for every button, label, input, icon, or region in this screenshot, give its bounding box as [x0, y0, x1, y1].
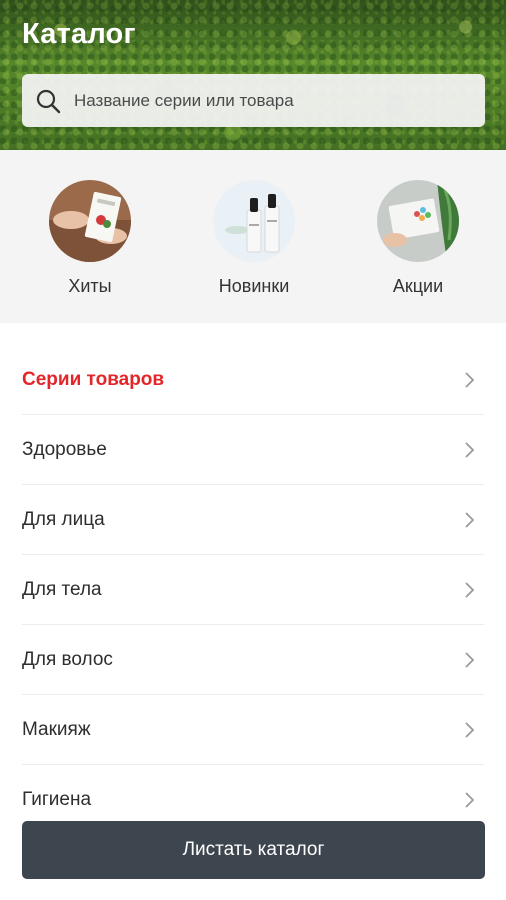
category-label: Акции [392, 276, 444, 296]
chevron-right-icon [462, 511, 476, 528]
menu-item-health[interactable]: Здоровье [22, 415, 484, 485]
category-new[interactable]: Новинки [184, 180, 324, 297]
menu-item-label: Для лица [22, 508, 105, 530]
category-hits[interactable]: Хиты [20, 180, 160, 297]
browse-catalog-button[interactable]: Листать каталог [22, 821, 485, 879]
menu-item-label: Для волос [22, 648, 113, 670]
search-icon [34, 87, 62, 115]
hits-thumbnail [49, 180, 131, 262]
chevron-right-icon [462, 721, 476, 738]
menu-item-body[interactable]: Для тела [22, 555, 484, 625]
menu-item-makeup[interactable]: Макияж [22, 695, 484, 765]
chevron-right-icon [462, 371, 476, 388]
category-label: Новинки [218, 276, 290, 296]
menu-item-face[interactable]: Для лица [22, 485, 484, 555]
new-products-thumbnail [213, 180, 295, 262]
search-input[interactable]: Название серии или товара [22, 74, 485, 127]
menu-item-product-series[interactable]: Серии товаров [22, 345, 484, 415]
category-sales[interactable]: Акции [348, 180, 488, 297]
sales-thumbnail [377, 180, 459, 262]
chevron-right-icon [462, 441, 476, 458]
catalog-header: Каталог Название серии или товара [0, 0, 506, 150]
chevron-right-icon [462, 651, 476, 668]
category-label: Хиты [68, 276, 112, 296]
menu-item-label: Здоровье [22, 438, 107, 460]
menu-item-label: Гигиена [22, 788, 92, 810]
chevron-right-icon [462, 581, 476, 598]
menu-item-label: Макияж [22, 718, 91, 740]
menu-item-label: Для тела [22, 578, 102, 600]
menu-item-hygiene[interactable]: Гигиена [22, 765, 484, 810]
search-placeholder: Название серии или товара [74, 90, 294, 110]
chevron-right-icon [462, 791, 476, 808]
catalog-menu: Серии товаров Здоровье Для лица Для тела… [0, 345, 506, 810]
menu-item-label: Серии товаров [22, 368, 165, 390]
featured-categories: Хиты Новинки Акции [0, 150, 506, 323]
page-title: Каталог [22, 18, 136, 50]
menu-item-hair[interactable]: Для волос [22, 625, 484, 695]
